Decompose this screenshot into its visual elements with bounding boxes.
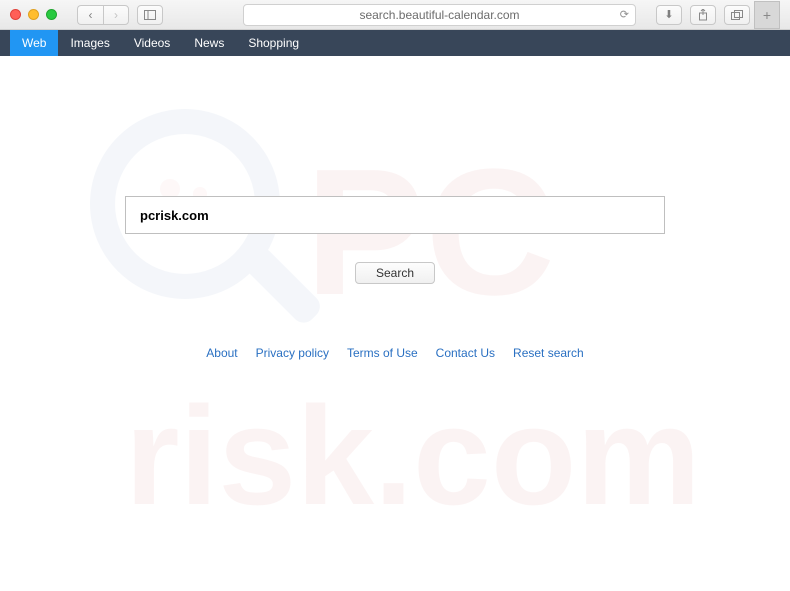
nav-tab-videos[interactable]: Videos — [122, 30, 182, 56]
url-text: search.beautiful-calendar.com — [359, 8, 519, 22]
footer-link-privacy[interactable]: Privacy policy — [256, 346, 329, 360]
nav-tab-web[interactable]: Web — [10, 30, 58, 56]
watermark: PC risk.com — [0, 56, 790, 591]
share-icon — [698, 9, 708, 21]
nav-label: News — [194, 36, 224, 50]
footer-link-reset[interactable]: Reset search — [513, 346, 584, 360]
nav-label: Web — [22, 36, 46, 50]
window-controls — [10, 9, 57, 20]
toolbar-right: ⬇ — [656, 5, 750, 25]
svg-text:risk.com: risk.com — [125, 377, 701, 534]
forward-button[interactable]: › — [103, 5, 129, 25]
nav-tab-news[interactable]: News — [182, 30, 236, 56]
download-icon: ⬇ — [664, 8, 673, 21]
share-button[interactable] — [690, 5, 716, 25]
nav-tab-images[interactable]: Images — [58, 30, 121, 56]
sidebar-icon — [144, 10, 156, 20]
nav-label: Shopping — [248, 36, 299, 50]
nav-label: Images — [70, 36, 109, 50]
footer-links: About Privacy policy Terms of Use Contac… — [206, 346, 583, 360]
back-button[interactable]: ‹ — [77, 5, 103, 25]
browser-toolbar: ‹ › search.beautiful-calendar.com ⟳ ⬇ + — [0, 0, 790, 30]
downloads-button[interactable]: ⬇ — [656, 5, 682, 25]
page-content: PC risk.com Search About Privacy policy … — [0, 56, 790, 591]
footer-link-about[interactable]: About — [206, 346, 237, 360]
search-button[interactable]: Search — [355, 262, 435, 284]
tabs-button[interactable] — [724, 5, 750, 25]
url-bar[interactable]: search.beautiful-calendar.com ⟳ — [243, 4, 636, 26]
nav-label: Videos — [134, 36, 170, 50]
search-category-nav: Web Images Videos News Shopping — [0, 30, 790, 56]
nav-buttons: ‹ › — [77, 5, 129, 25]
reload-icon[interactable]: ⟳ — [620, 8, 629, 21]
tabs-icon — [731, 10, 743, 20]
maximize-window-button[interactable] — [46, 9, 57, 20]
search-input[interactable] — [125, 196, 665, 234]
chevron-left-icon: ‹ — [89, 8, 93, 22]
new-tab-button[interactable]: + — [754, 1, 780, 29]
plus-icon: + — [763, 7, 771, 23]
search-area: Search — [125, 196, 665, 284]
minimize-window-button[interactable] — [28, 9, 39, 20]
close-window-button[interactable] — [10, 9, 21, 20]
footer-link-terms[interactable]: Terms of Use — [347, 346, 418, 360]
nav-tab-shopping[interactable]: Shopping — [236, 30, 311, 56]
chevron-right-icon: › — [114, 8, 118, 22]
footer-link-contact[interactable]: Contact Us — [436, 346, 495, 360]
sidebar-toggle-button[interactable] — [137, 5, 163, 25]
